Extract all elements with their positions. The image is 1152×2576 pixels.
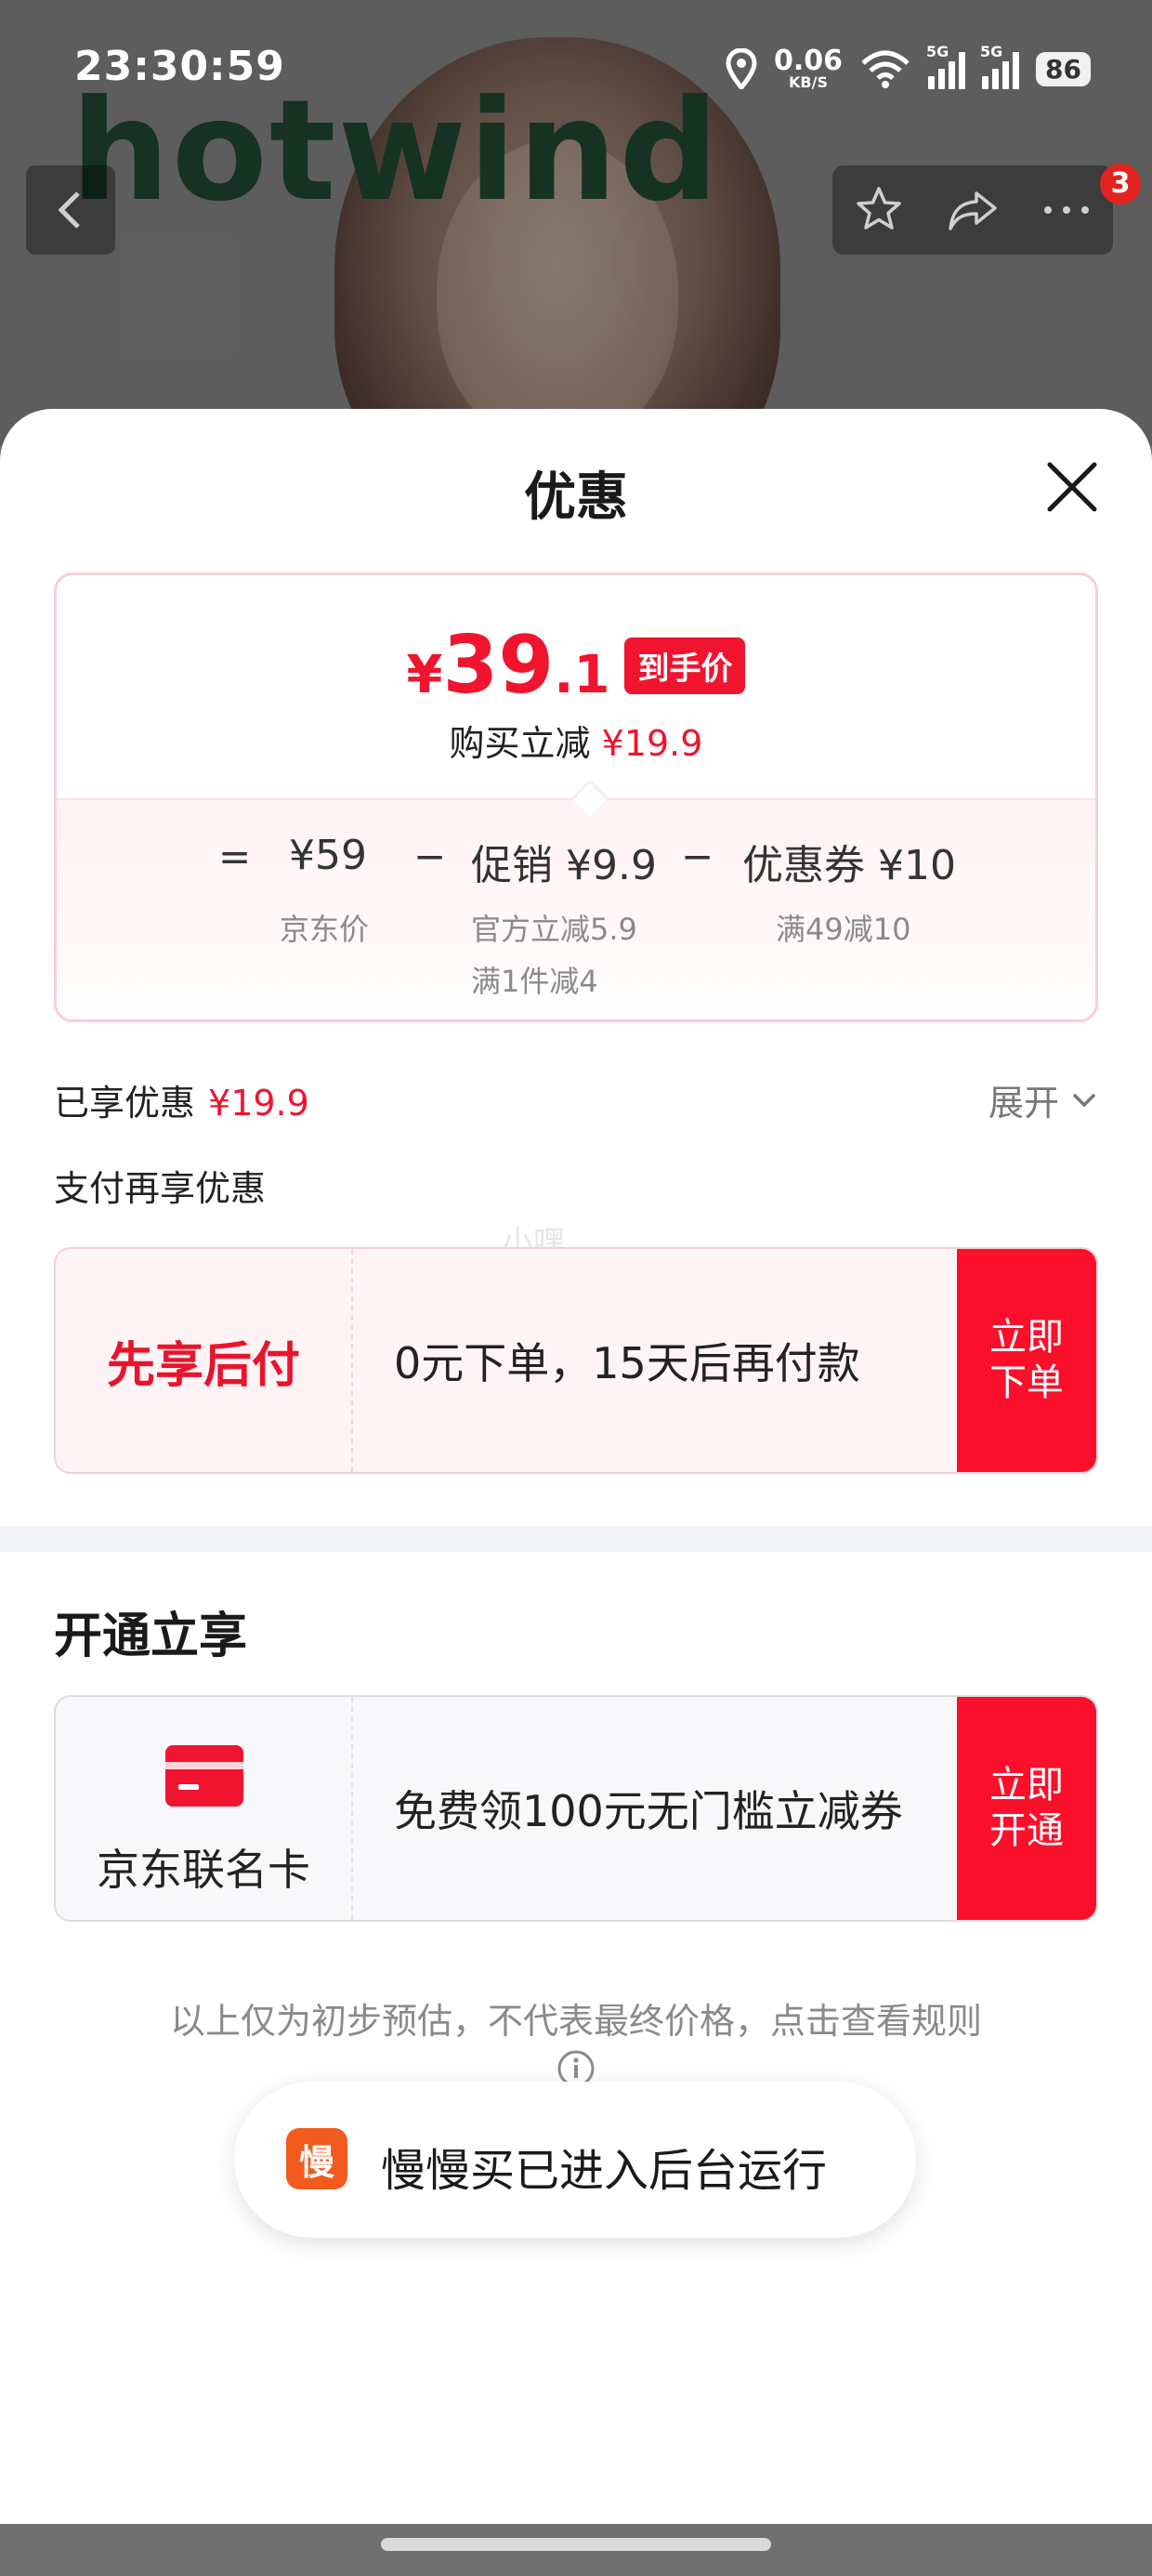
membership-offers-heading: 开通立享 <box>54 1609 248 1664</box>
home-indicator[interactable] <box>381 2538 771 2551</box>
coupon-note: 满49减10 <box>776 912 911 947</box>
expand-toggle[interactable]: 展开 <box>988 1074 1098 1125</box>
more-icon[interactable] <box>1041 201 1093 219</box>
pay-later-title: 先享后付 <box>56 1249 353 1472</box>
co-branded-card-info: 京东联名卡 <box>56 1697 353 1920</box>
activate-now-label-1: 立即 <box>989 1764 1064 1807</box>
activate-now-button[interactable]: 立即 开通 <box>957 1697 1096 1920</box>
cellular-signal-2-icon: 5G <box>980 43 1020 89</box>
minus-sign-1: − <box>413 834 447 879</box>
promo-note-quantity: 满1件减4 <box>471 964 598 999</box>
status-icons: 0.06 KB/S 5G 5G 86 <box>726 43 1091 95</box>
chevron-down-icon <box>1072 1093 1096 1107</box>
final-price-section: ¥ 39 .1 到手价 购买立减 ¥19.9 <box>57 575 1095 806</box>
price-disclaimer[interactable]: 以上仅为初步预估，不代表最终价格，点击查看规则 <box>0 1992 1152 2044</box>
sheet-title: 优惠 <box>524 467 628 528</box>
app-logo: 慢 <box>286 2128 347 2189</box>
final-price: ¥ 39 .1 到手价 <box>57 625 1095 705</box>
order-now-label-1: 立即 <box>989 1316 1064 1360</box>
close-icon <box>1047 462 1097 512</box>
toast-message: 慢慢买已进入后台运行 <box>381 2145 828 2197</box>
pay-later-description: 0元下单，15天后再付款 <box>394 1338 860 1388</box>
location-icon <box>726 48 757 89</box>
status-bar: 23:30:59 0.06 KB/S 5G 5G 86 <box>0 0 1152 130</box>
enjoyed-discount-value: ¥19.9 <box>208 1083 309 1124</box>
back-button[interactable] <box>26 165 115 255</box>
share-icon[interactable] <box>945 184 1001 236</box>
cellular-signal-1-icon: 5G <box>926 43 966 89</box>
final-price-badge: 到手价 <box>624 637 746 694</box>
background-running-toast: 慢 慢慢买已进入后台运行 <box>234 2082 916 2238</box>
notification-badge: 3 <box>1100 164 1141 204</box>
promo-amount: 促销 ¥9.9 <box>471 842 657 889</box>
instant-discount-value: ¥19.9 <box>601 723 703 764</box>
wifi-icon <box>861 50 910 88</box>
close-button[interactable] <box>1042 457 1102 517</box>
instant-discount: 购买立减 ¥19.9 <box>57 715 1095 766</box>
enjoyed-discount: 已享优惠 ¥19.9 <box>54 1074 309 1125</box>
activate-now-label-2: 开通 <box>989 1809 1064 1852</box>
discount-sheet: 优惠 ¥ 39 .1 到手价 购买立减 ¥19.9 = ¥59 京东价 − 促销… <box>0 409 1152 2576</box>
jd-price: ¥59 <box>289 832 367 879</box>
enjoyed-discount-label: 已享优惠 <box>54 1083 196 1124</box>
order-now-label-2: 下单 <box>989 1361 1064 1404</box>
equals-sign: = <box>218 834 252 879</box>
section-divider <box>0 1526 1152 1552</box>
price-breakdown-card: ¥ 39 .1 到手价 购买立减 ¥19.9 = ¥59 京东价 − 促销 ¥9… <box>54 572 1098 1022</box>
jd-price-label: 京东价 <box>280 912 370 947</box>
minus-sign-2: − <box>681 834 714 879</box>
expand-label: 展开 <box>988 1083 1059 1124</box>
co-branded-card-offer[interactable]: 京东联名卡 免费领100元无门槛立减券 立即 开通 <box>54 1695 1098 1922</box>
star-icon[interactable] <box>853 184 905 236</box>
order-now-button[interactable]: 立即 下单 <box>957 1249 1096 1472</box>
chevron-left-icon <box>58 191 80 229</box>
price-decimal: .1 <box>554 645 610 705</box>
co-branded-card-description: 免费领100元无门槛立减券 <box>394 1786 903 1836</box>
buy-now-pay-later-card[interactable]: 先享后付 0元下单，15天后再付款 立即 下单 <box>54 1247 1098 1474</box>
coupon-amount: 优惠券 ¥10 <box>742 842 956 889</box>
price-currency: ¥ <box>406 645 443 705</box>
payment-offers-heading: 支付再享优惠 <box>54 1168 267 1209</box>
promo-note-official: 官方立减5.9 <box>471 912 637 947</box>
status-time: 23:30:59 <box>74 43 285 90</box>
co-branded-card-label: 京东联名卡 <box>97 1845 310 1895</box>
price-formula: = ¥59 京东价 − 促销 ¥9.9 官方立减5.9 满1件减4 − 优惠券 … <box>57 798 1095 1019</box>
credit-card-icon <box>165 1745 243 1807</box>
instant-discount-label: 购买立减 <box>449 723 591 764</box>
network-speed: 0.06 KB/S <box>774 45 844 91</box>
top-actions <box>832 165 1113 255</box>
battery-indicator: 86 <box>1036 51 1091 86</box>
price-integer: 39 <box>442 619 555 712</box>
